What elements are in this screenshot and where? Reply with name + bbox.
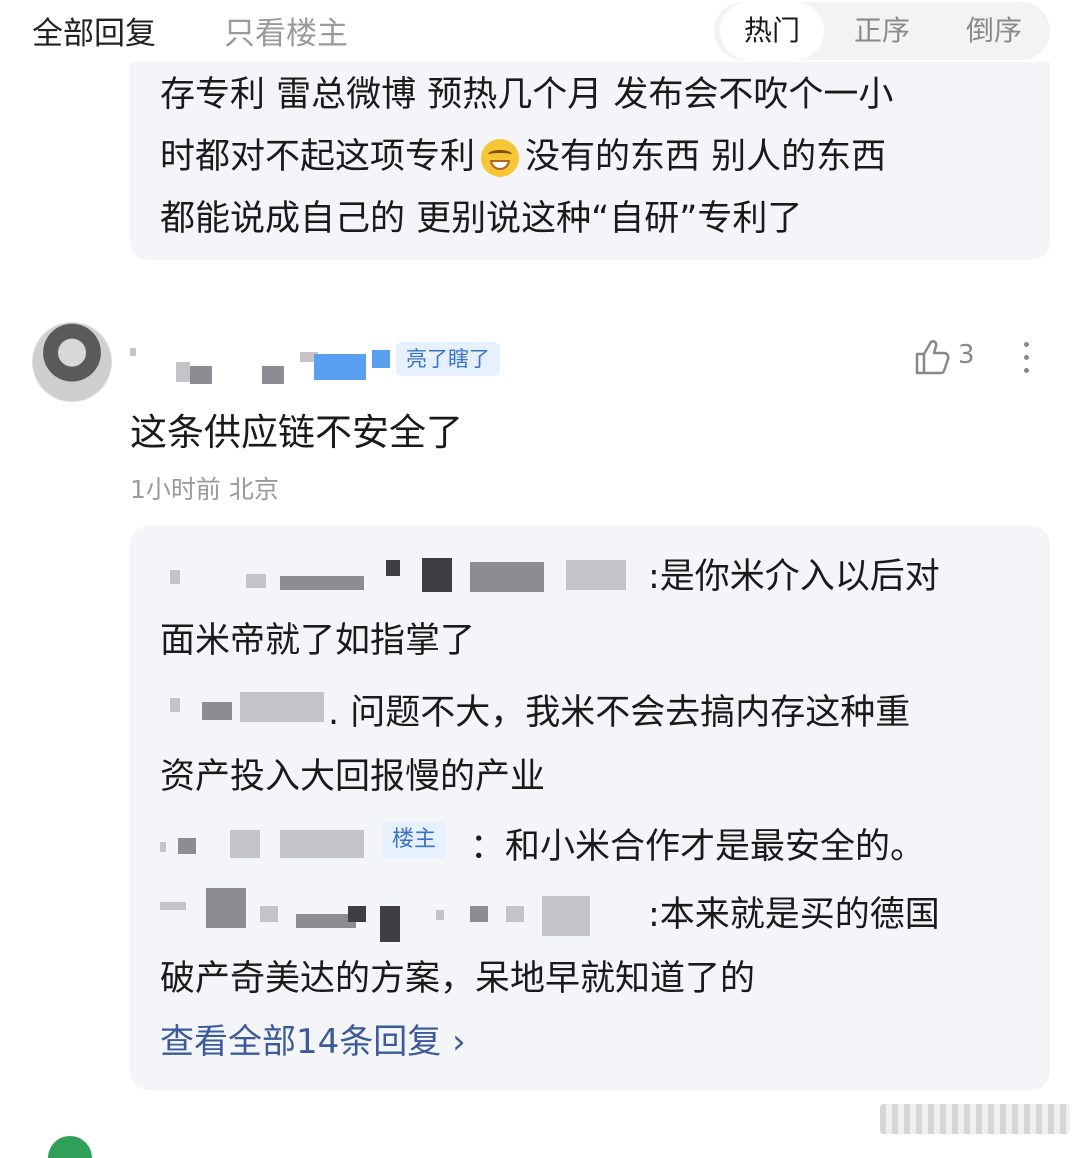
like-count: 3 — [958, 340, 975, 370]
comment-meta: 1小时前 北京 — [130, 475, 279, 504]
previous-replies-block: 存专利 雷总微博 预热几个月 发布会不吹个一小 时都对不起这项专利 没有的东西 别… — [130, 40, 1050, 260]
pixel-block — [130, 348, 136, 356]
quoted-line-2: 时都对不起这项专利 没有的东西 别人的东西 — [160, 128, 886, 179]
tab-all-replies[interactable]: 全部回复 — [32, 8, 156, 53]
user-badge: 亮了瞎了 — [396, 342, 500, 376]
pixel-block — [422, 558, 452, 592]
pixel-block — [240, 692, 324, 722]
pixel-block — [176, 362, 190, 382]
pixel-block — [542, 896, 590, 936]
reply-4-line-1: :本来就是买的德国 — [648, 895, 940, 935]
reply-3-line-1: ：和小米合作才是最安全的。 — [470, 827, 926, 867]
reply-1-line-2: 面米帝就了如指掌了 — [160, 621, 476, 661]
reply-1-line-1: :是你米介入以后对 — [648, 557, 940, 597]
thumb-up-icon[interactable] — [914, 338, 950, 380]
more-vertical-icon[interactable] — [1024, 342, 1029, 381]
pixel-block — [246, 574, 266, 588]
pixel-block — [262, 366, 284, 384]
pixel-block — [280, 830, 364, 858]
quoted-line-2b: 没有的东西 别人的东西 — [525, 137, 887, 177]
grinning-emoji-icon — [481, 139, 520, 177]
pixel-block — [314, 354, 366, 380]
pixel-block — [202, 702, 232, 720]
sort-toggle: 热门 正序 倒序 — [714, 2, 1050, 60]
pixel-block — [170, 570, 180, 584]
reply-header: 全部回复 只看楼主 热门 正序 倒序 — [0, 0, 1080, 62]
pixel-block — [206, 888, 246, 928]
avatar[interactable] — [32, 322, 112, 402]
pixel-block — [386, 560, 400, 576]
pixel-block — [348, 906, 366, 922]
next-avatar-edge — [48, 1136, 92, 1158]
reply-2-line-1: . 问题不大，我米不会去搞内存这种重 — [328, 693, 911, 733]
pixel-block — [190, 366, 212, 384]
pixel-block — [178, 838, 196, 854]
pixel-block — [160, 902, 186, 910]
pixel-block — [566, 560, 626, 590]
pixel-block — [470, 906, 488, 922]
pixel-block — [280, 576, 364, 590]
pixel-block — [436, 910, 444, 920]
quoted-line-1: 存专利 雷总微博 预热几个月 发布会不吹个一小 — [160, 75, 894, 115]
reply-4-line-2: 破产奇美达的方案，呆地早就知道了的 — [160, 959, 756, 999]
op-badge: 楼主 — [382, 822, 447, 858]
sort-asc-button[interactable]: 正序 — [832, 2, 932, 60]
sort-desc-button[interactable]: 倒序 — [944, 2, 1044, 60]
pixel-block — [470, 562, 544, 592]
pixel-block — [372, 350, 390, 368]
pixel-block — [160, 842, 166, 852]
watermark — [880, 1104, 1070, 1134]
tab-op-only[interactable]: 只看楼主 — [224, 8, 348, 53]
pixel-block — [380, 906, 400, 942]
pixel-block — [260, 906, 278, 922]
sort-hot-button[interactable]: 热门 — [720, 2, 824, 60]
pixel-block — [296, 914, 356, 928]
view-all-replies-link[interactable]: 查看全部14条回复 › — [160, 1014, 466, 1063]
pixel-block — [230, 830, 260, 858]
quoted-line-2a: 时都对不起这项专利 — [160, 137, 476, 177]
replies-block[interactable]: :是你米介入以后对 面米帝就了如指掌了 . 问题不大，我米不会去搞内存这种重 资… — [130, 526, 1050, 1090]
pixel-block — [170, 698, 180, 712]
quoted-line-3: 都能说成自己的 更别说这种“自研”专利了 — [160, 199, 803, 239]
comment-text: 这条供应链不安全了 — [130, 411, 463, 454]
reply-2-line-2: 资产投入大回报慢的产业 — [160, 757, 546, 797]
pixel-block — [506, 906, 524, 922]
